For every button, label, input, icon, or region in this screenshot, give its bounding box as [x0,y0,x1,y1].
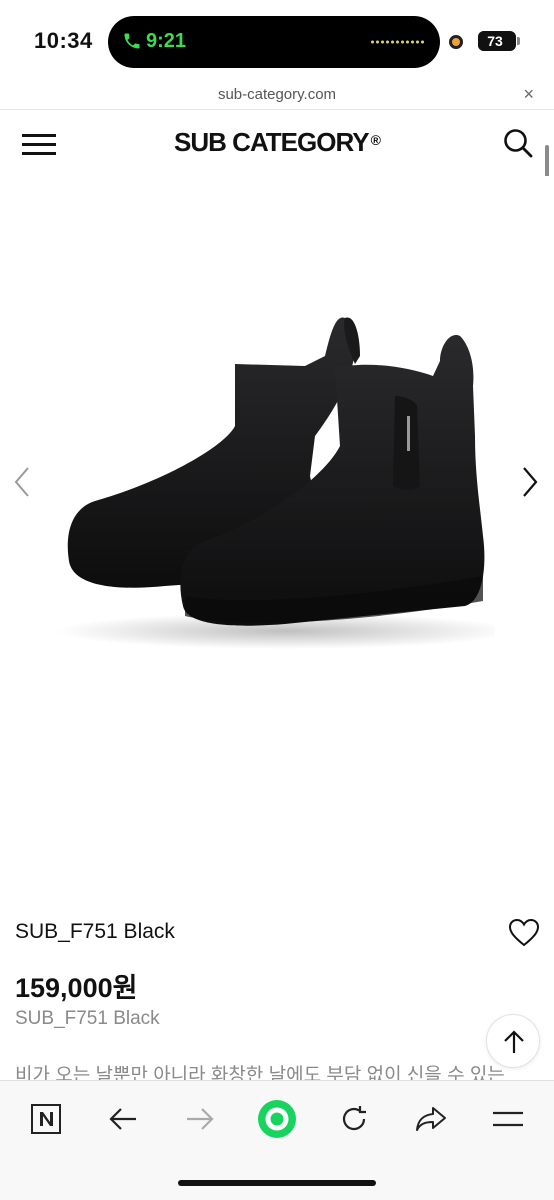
heart-icon[interactable] [508,918,540,948]
reload-icon [342,1106,366,1131]
phone-icon [124,33,140,49]
close-icon[interactable]: × [523,84,534,105]
home-indicator[interactable] [178,1180,376,1186]
registered-mark: ® [370,132,381,148]
product-sku: SUB_F751 Black [15,1008,160,1029]
battery-icon: 73 [478,31,520,51]
call-duration: 9:21 [146,30,187,52]
brand-name: SUB CATEGORY [174,127,370,157]
audio-wave-icon [370,39,426,45]
battery-cap [517,37,520,45]
product-name: SUB_F751 Black [15,920,175,943]
recording-indicator-icon [449,35,463,49]
dynamic-island-call[interactable]: 9:21 [108,16,440,68]
product-price: 159,000원 [15,973,138,1003]
product-image [55,317,495,649]
forward-button[interactable] [180,1099,220,1139]
site-header: SUB CATEGORY ® [0,110,554,174]
chevron-right-icon[interactable] [520,464,540,500]
forward-icon [187,1108,214,1130]
menu-icon [493,1111,523,1127]
green-dot-button[interactable] [257,1099,297,1139]
back-icon [109,1108,136,1130]
naver-icon [31,1104,61,1134]
naver-home-button[interactable] [26,1099,66,1139]
status-time: 10:34 [34,28,93,53]
chevron-left-icon[interactable] [12,464,32,500]
status-bar: 10:34 9:21 73 [0,0,554,82]
share-button[interactable] [411,1099,451,1139]
url-bar[interactable]: sub-category.com × [0,82,554,110]
share-icon [416,1107,446,1131]
browser-menu-button[interactable] [488,1099,528,1139]
scroll-to-top-button[interactable] [486,1014,540,1068]
reload-button[interactable] [334,1099,374,1139]
brand-logo[interactable]: SUB CATEGORY ® [0,127,554,158]
battery-percent: 73 [487,33,503,49]
url-text[interactable]: sub-category.com [0,86,554,103]
arrow-up-icon [504,1030,524,1053]
product-gallery[interactable] [0,176,554,876]
back-button[interactable] [103,1099,143,1139]
green-ring-icon [258,1100,296,1138]
search-icon[interactable] [502,127,534,159]
